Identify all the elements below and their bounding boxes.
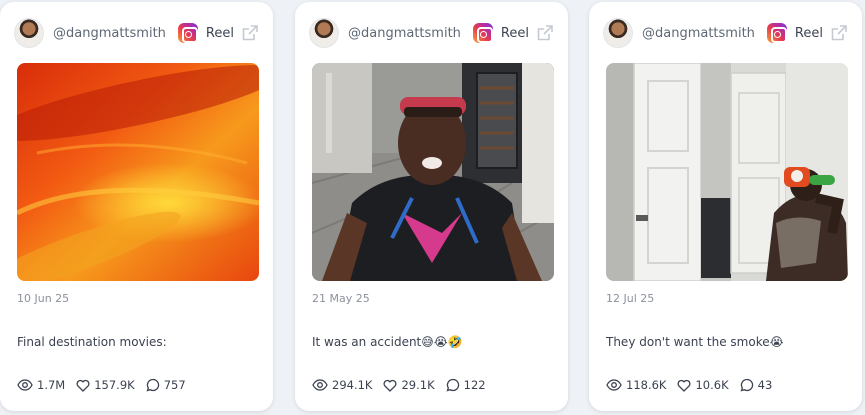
post-thumbnail[interactable] — [312, 63, 554, 281]
post-date: 21 May 25 — [312, 292, 370, 305]
external-link-icon[interactable] — [241, 24, 259, 42]
post-card-header: @dangmattsmith Reel — [603, 16, 848, 50]
comments-count: 43 — [757, 378, 773, 392]
post-stats: 118.6K 10.6K 43 — [606, 378, 783, 392]
post-stats: 294.1K 29.1K 122 — [312, 378, 497, 392]
comment-icon — [146, 378, 159, 392]
post-caption: It was an accident😅😭🤣 — [312, 335, 463, 349]
heart-icon — [384, 379, 397, 392]
comments-count: 757 — [163, 378, 186, 392]
post-card[interactable]: @dangmattsmith Reel — [0, 2, 273, 411]
comments-stat: 757 — [146, 378, 186, 392]
post-type-label: Reel — [205, 25, 234, 41]
likes-stat: 10.6K — [677, 378, 729, 392]
heart-icon — [678, 379, 691, 392]
post-type-label: Reel — [500, 25, 529, 41]
views-stat: 1.7M — [17, 378, 65, 392]
views-count: 294.1K — [332, 378, 373, 392]
external-link-icon[interactable] — [830, 24, 848, 42]
likes-stat: 29.1K — [383, 378, 435, 392]
avatar[interactable] — [309, 18, 339, 48]
instagram-icon — [177, 23, 198, 43]
avatar[interactable] — [603, 18, 633, 48]
views-stat: 294.1K — [312, 378, 372, 392]
views-count: 1.7M — [37, 378, 66, 392]
views-stat: 118.6K — [606, 378, 666, 392]
post-date: 10 Jun 25 — [17, 292, 70, 305]
likes-count: 157.9K — [94, 378, 135, 392]
post-card[interactable]: @dangmattsmith Reel — [589, 2, 862, 411]
views-count: 118.6K — [626, 378, 667, 392]
post-date: 12 Jul 25 — [606, 292, 655, 305]
likes-stat: 157.9K — [76, 378, 135, 392]
instagram-icon — [472, 23, 493, 43]
post-type-label: Reel — [794, 25, 823, 41]
comments-stat: 122 — [446, 378, 486, 392]
eye-icon — [606, 379, 622, 391]
comment-icon — [446, 378, 459, 392]
comments-count: 122 — [463, 378, 486, 392]
eye-icon — [17, 379, 33, 391]
post-card[interactable]: @dangmattsmith Reel — [295, 2, 568, 411]
likes-count: 10.6K — [695, 378, 729, 392]
post-card-header: @dangmattsmith Reel — [309, 16, 554, 50]
post-thumbnail[interactable] — [17, 63, 259, 281]
post-stats: 1.7M 157.9K 757 — [17, 378, 197, 392]
account-handle[interactable]: @dangmattsmith — [53, 26, 166, 41]
heart-icon — [76, 379, 90, 392]
comments-stat: 43 — [740, 378, 773, 392]
account-handle[interactable]: @dangmattsmith — [642, 26, 755, 41]
instagram-icon — [766, 23, 787, 43]
account-handle[interactable]: @dangmattsmith — [348, 26, 461, 41]
likes-count: 29.1K — [401, 378, 435, 392]
post-caption: Final destination movies: — [17, 335, 167, 349]
post-caption: They don't want the smoke😭 — [606, 335, 784, 349]
avatar[interactable] — [14, 18, 44, 48]
comment-icon — [740, 378, 753, 392]
post-card-header: @dangmattsmith Reel — [14, 16, 259, 50]
post-thumbnail[interactable] — [606, 63, 848, 281]
external-link-icon[interactable] — [536, 24, 554, 42]
eye-icon — [312, 379, 328, 391]
